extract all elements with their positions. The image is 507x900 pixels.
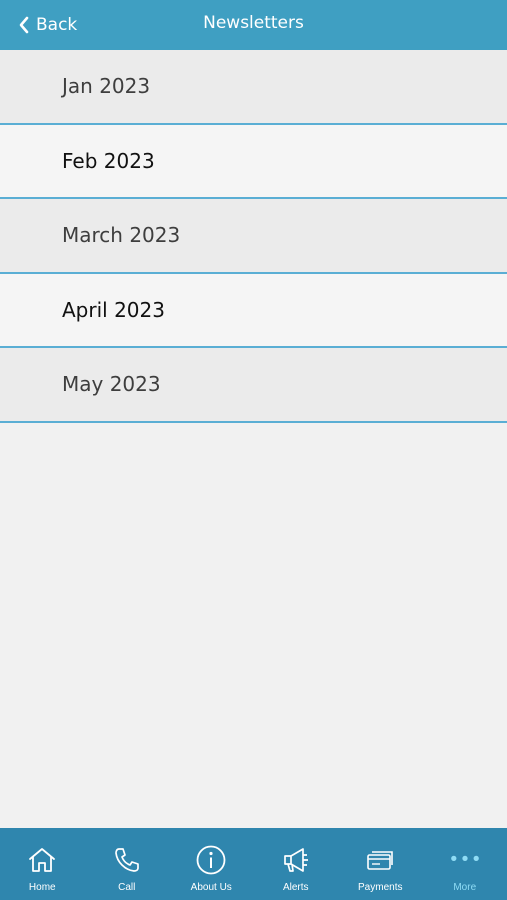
nav-header: Back Newsletters <box>0 0 507 50</box>
info-icon <box>196 845 226 875</box>
newsletter-item-april-2023[interactable]: April 2023 <box>0 273 507 348</box>
megaphone-icon <box>283 848 308 872</box>
newsletter-item-label: March 2023 <box>62 223 181 248</box>
newsletter-item-may-2023[interactable]: May 2023 <box>0 348 507 423</box>
newsletter-item-label: April 2023 <box>62 297 165 322</box>
tab-label: Home <box>28 882 56 893</box>
page-title: Newsletters <box>203 13 304 33</box>
newsletter-item-feb-2023[interactable]: Feb 2023 <box>0 124 507 199</box>
newsletter-item-label: May 2023 <box>62 372 161 397</box>
tab-alerts[interactable]: Alerts <box>254 828 339 900</box>
more-dots-icon <box>450 855 479 862</box>
tab-payments[interactable]: Payments <box>338 828 423 900</box>
newsletter-list: Jan 2023 Feb 2023 March 2023 April 2023 … <box>0 50 507 423</box>
bottom-tab-bar: Home Call About Us Alerts Payments More <box>0 828 507 900</box>
tab-label: Alerts <box>282 882 309 893</box>
payment-card-icon <box>367 851 394 870</box>
newsletter-item-march-2023[interactable]: March 2023 <box>0 199 507 274</box>
tab-more[interactable]: More <box>423 828 507 900</box>
tab-label: Payments <box>358 882 403 893</box>
phone-icon <box>114 848 139 872</box>
tab-call[interactable]: Call <box>85 828 170 900</box>
tab-label: Call <box>118 882 136 893</box>
tab-about-us[interactable]: About Us <box>169 828 254 900</box>
newsletter-item-label: Feb 2023 <box>62 148 155 173</box>
home-icon <box>29 848 56 872</box>
tab-label: About Us <box>190 882 232 893</box>
newsletter-item-label: Jan 2023 <box>62 74 151 99</box>
newsletter-item-jan-2023[interactable]: Jan 2023 <box>0 50 507 125</box>
tab-home[interactable]: Home <box>0 828 85 900</box>
tab-label: More <box>453 882 477 893</box>
